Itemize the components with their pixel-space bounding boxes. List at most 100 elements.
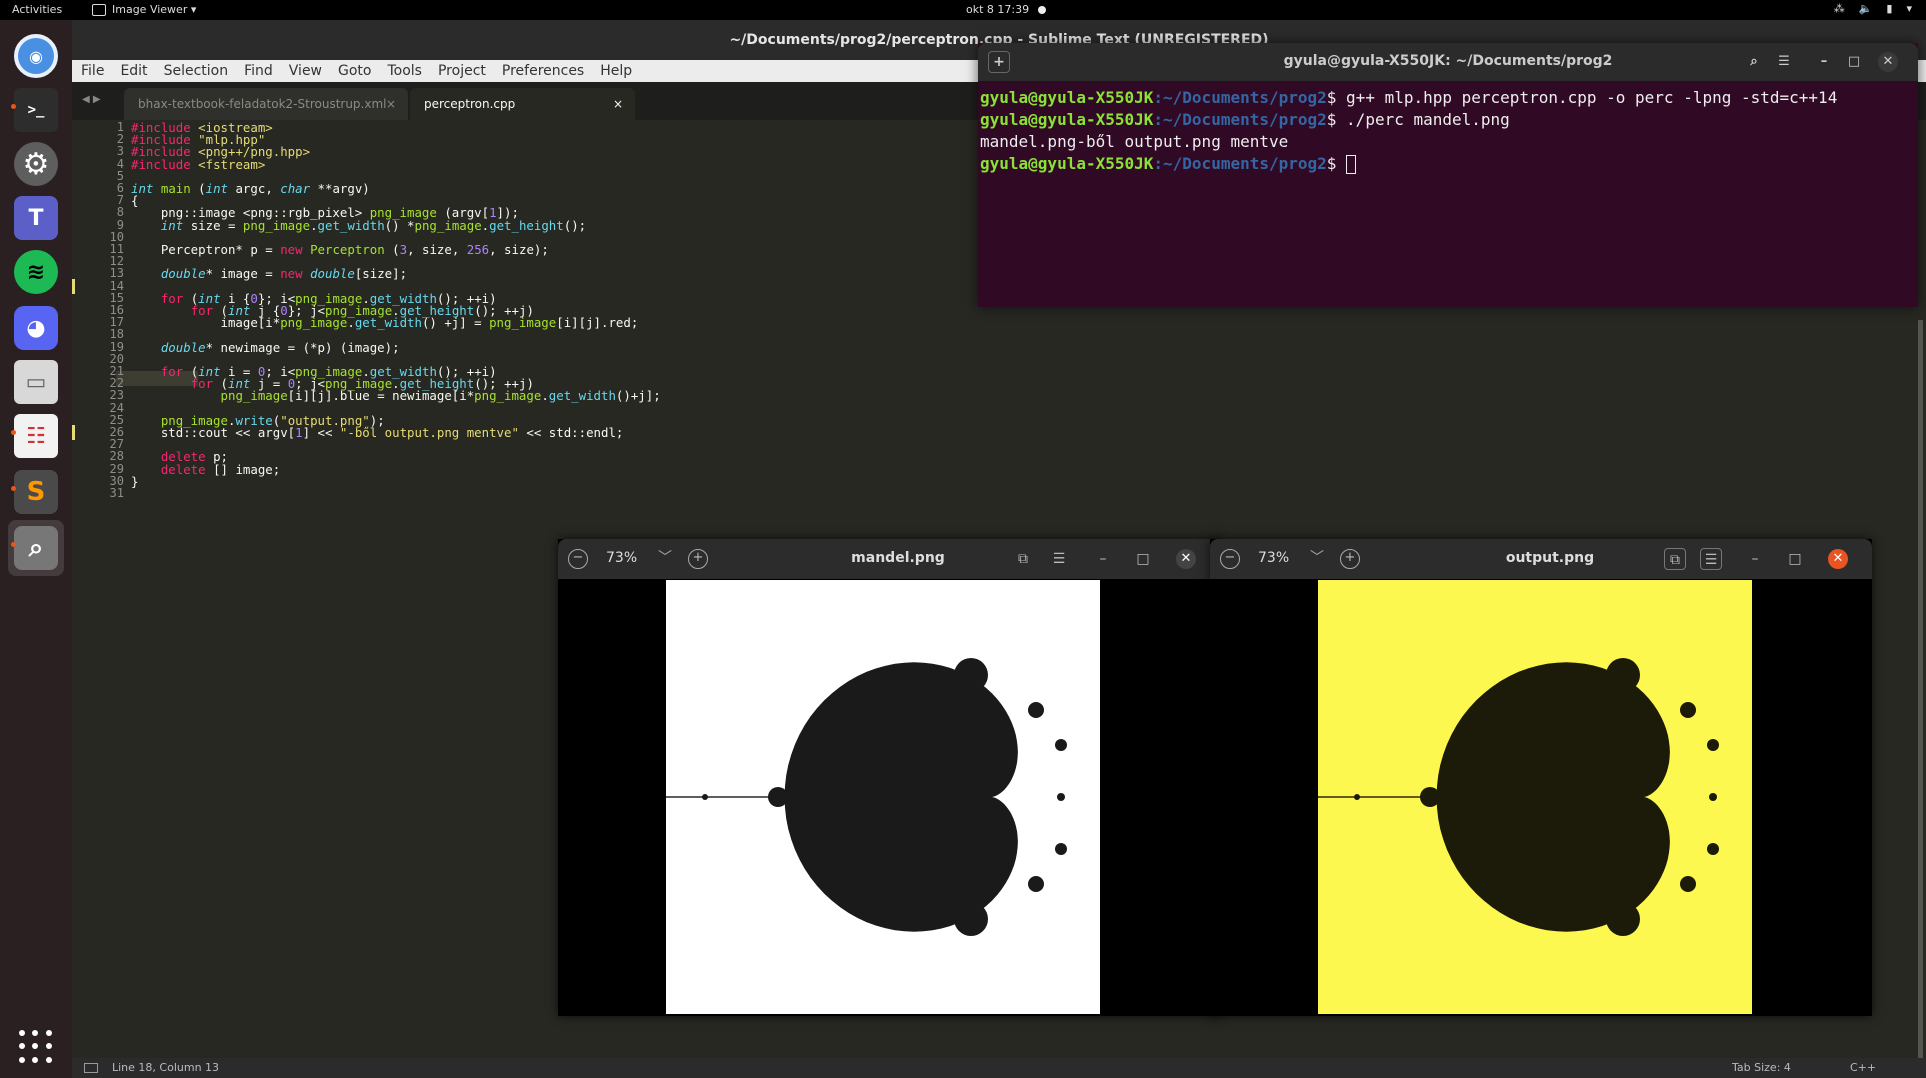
maximize-button[interactable]: □ [1132,548,1154,570]
dock-item-terminal[interactable]: >_ [8,82,64,138]
zoom-level[interactable]: 73% [606,550,637,566]
close-button[interactable]: ✕ [1878,52,1898,72]
dock-item-spotify[interactable]: ≋ [8,244,64,300]
mandelbrot-bulb [1709,793,1717,801]
teams-icon: T [14,196,58,240]
hamburger-menu-icon[interactable]: ☰ [1700,548,1722,570]
command-text: $ ./perc mandel.png [1326,110,1510,129]
tab-nav-arrows[interactable]: ◀ ▶ [82,94,101,105]
mandelbrot-bulb [1680,702,1696,718]
discord-icon: ◕ [14,306,58,350]
image-canvas[interactable] [666,580,1100,1014]
maximize-button[interactable]: □ [1844,52,1864,72]
dock-item-settings[interactable]: ⚙ [8,136,64,192]
menu-selection[interactable]: Selection [164,63,229,79]
zoom-in-icon[interactable]: + [1340,549,1360,569]
menu-tools[interactable]: Tools [387,63,422,79]
menu-goto[interactable]: Goto [338,63,371,79]
mandelbrot-image [666,580,1100,1014]
show-applications-button[interactable] [19,1030,53,1064]
sublime-text-icon: S [14,470,58,514]
gallery-icon[interactable]: ⧉ [1012,548,1034,570]
menu-project[interactable]: Project [438,63,486,79]
clock[interactable]: okt 8 17:39 [966,3,1029,16]
terminal-header: gyula@gyula-X550JK: ~/Documents/prog2 + … [978,43,1918,81]
menu-view[interactable]: View [289,63,322,79]
volume-icon: 🔈 [1858,2,1873,15]
tab-label: bhax-textbook-feladatok2-Stroustrup.xml [138,97,387,111]
chevron-down-icon[interactable]: ﹀ [1310,547,1324,567]
terminal-output[interactable]: gyula@gyula-X550JK:~/Documents/prog2$ g+… [980,87,1916,175]
mandelbrot-bulb [788,757,868,837]
menu-preferences[interactable]: Preferences [502,63,584,79]
prompt-user: gyula@gyula-X550JK [980,88,1154,107]
tab-size-selector[interactable]: Tab Size: 4 [1732,1061,1791,1074]
minimize-button[interactable]: – [1814,52,1834,72]
dock-item-teams[interactable]: T [8,190,64,246]
dock-item-sublime-text[interactable]: S [8,464,64,520]
zoom-out-icon[interactable]: − [568,549,588,569]
tab-close-icon[interactable]: × [386,88,396,120]
menu-help[interactable]: Help [600,63,632,79]
menu-file[interactable]: File [81,63,104,79]
close-button[interactable]: ✕ [1176,549,1196,569]
code-line: image[i*png_image.get_width() +j] = png_… [131,315,639,331]
syntax-selector[interactable]: C++ [1850,1061,1876,1074]
scrollbar[interactable] [1918,320,1923,1078]
tab-close-icon[interactable]: × [613,88,623,120]
new-tab-icon[interactable]: + [988,51,1010,73]
menu-edit[interactable]: Edit [120,63,147,79]
system-tray[interactable]: ⁂ 🔈 ▮ ▾ [1834,2,1912,15]
hamburger-menu-icon[interactable]: ☰ [1048,548,1070,570]
hamburger-menu-icon[interactable]: ☰ [1774,52,1794,72]
zoom-level[interactable]: 73% [1258,550,1289,566]
dock-item-discord[interactable]: ◕ [8,300,64,356]
command-text: $ g++ mlp.hpp perceptron.cpp -o perc -lp… [1326,88,1838,107]
status-bar: Line 18, Column 13 Tab Size: 4 C++ [72,1058,1926,1078]
network-icon: ⁂ [1833,2,1845,15]
tab-perceptron-cpp[interactable]: perceptron.cpp × [410,88,635,120]
code-line: std::cout << argv[1] << "-ből output.png… [131,425,624,440]
viewer-title: mandel.png [851,550,945,566]
search-icon[interactable]: ⌕ [1744,52,1764,72]
minimize-button[interactable]: – [1744,548,1766,570]
maximize-button[interactable]: □ [1784,548,1806,570]
activities-button[interactable]: Activities [12,3,62,16]
terminal-window: gyula@gyula-X550JK: ~/Documents/prog2 + … [978,43,1918,307]
minimize-button[interactable]: – [1092,548,1114,570]
gallery-icon[interactable]: ⧉ [1664,548,1686,570]
files-icon: ▭ [14,360,58,404]
terminal-cursor [1346,155,1357,174]
mandelbrot-bulb [1028,702,1044,718]
app-menu[interactable]: Image Viewer ▾ [92,3,196,16]
line-number: 31 [109,486,124,500]
close-button[interactable]: ✕ [1828,549,1848,569]
tab-stroustrup-xml[interactable]: bhax-textbook-feladatok2-Stroustrup.xml … [124,88,408,120]
image-viewer-output: − 73% ﹀ + output.png ⧉ ☰ – □ ✕ [1210,539,1872,1016]
code-line: } [131,473,139,489]
mandelbrot-bulb [1028,876,1044,892]
mandelbrot-filament [1318,796,1448,798]
prompt-user: gyula@gyula-X550JK [980,154,1154,173]
menu-find[interactable]: Find [244,63,273,79]
prompt-path: :~/Documents/prog2 [1153,154,1327,173]
terminal-line: mandel.png-ből output.png mentve [980,131,1916,153]
chevron-down-icon[interactable]: ﹀ [658,547,672,567]
dock-item-chromium[interactable]: ◉ [8,28,64,84]
running-indicator [11,104,16,109]
output-text: mandel.png-ből output.png mentve [980,132,1289,151]
cursor-position: Line 18, Column 13 [112,1061,220,1074]
zoom-in-icon[interactable]: + [688,549,708,569]
viewer-header: − 73% ﹀ + output.png ⧉ ☰ – □ ✕ [1210,539,1872,579]
panel-toggle-icon[interactable] [84,1063,98,1073]
dock-item-document-viewer[interactable]: ☷ [8,408,64,464]
battery-icon: ▮ [1886,2,1893,15]
dock-item-files[interactable]: ▭ [8,354,64,410]
dock-item-image-viewer[interactable]: ⌕ [8,520,64,576]
running-indicator [11,486,16,491]
image-canvas[interactable] [1318,580,1752,1014]
image-icon [92,3,106,16]
mandelbrot-bulb [1606,902,1640,936]
chevron-down-icon: ▾ [1906,2,1912,15]
zoom-out-icon[interactable]: − [1220,549,1240,569]
